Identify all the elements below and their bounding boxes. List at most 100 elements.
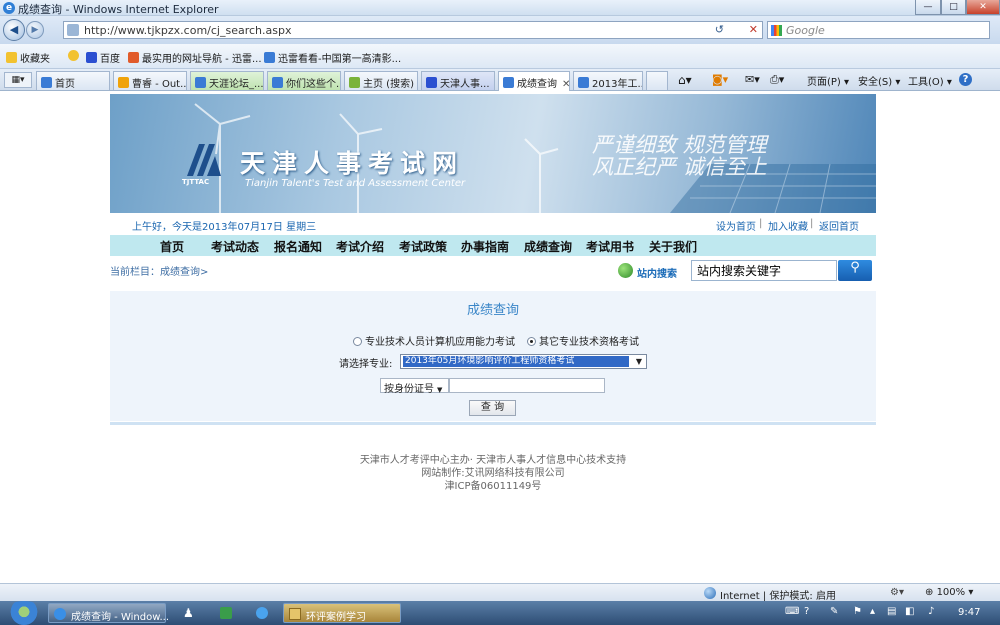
tab-2013[interactable]: 2013年工... <box>573 71 643 90</box>
tray-help-icon[interactable]: ? <box>804 606 809 617</box>
protected-mode-icon[interactable]: ⚙▾ <box>890 587 904 598</box>
tray-chat-icon[interactable]: ✎ <box>830 606 838 617</box>
tray-arrow-icon[interactable]: ▴ <box>870 606 875 617</box>
search-placeholder: Google <box>786 24 825 37</box>
tray-app-icon[interactable]: ◧ <box>905 606 914 617</box>
add-favorite-button[interactable] <box>68 50 82 63</box>
zoom-level[interactable]: ⊕ 100% ▾ <box>925 587 973 598</box>
minimize-button[interactable]: — <box>915 0 941 15</box>
score-query-panel: 成绩查询 专业技术人员计算机应用能力考试 其它专业技术资格考试 请选择专业: 2… <box>110 291 876 421</box>
major-select[interactable]: 2013年05月环境影响评价工程师资格考试 ▼ <box>400 354 647 369</box>
help-icon[interactable]: ? <box>959 73 972 86</box>
search-box[interactable]: Google <box>767 21 990 39</box>
forward-button[interactable]: ▶ <box>26 21 44 39</box>
volume-icon[interactable]: ♪ <box>928 606 934 617</box>
tjttac-logo-icon <box>187 144 221 176</box>
add-favorite-link[interactable]: 加入收藏 <box>768 218 808 233</box>
nav-exam-news[interactable]: 考试动态 <box>211 238 259 255</box>
chevron-down-icon[interactable]: ▼ <box>632 355 646 368</box>
close-button[interactable]: ✕ <box>966 0 1000 15</box>
footer-maker: 网站制作:艾讯网络科技有限公司 <box>421 468 565 479</box>
browser-icon[interactable] <box>256 607 268 619</box>
tray-flag-icon[interactable]: ⚑ <box>853 606 862 617</box>
nav-exam-policy[interactable]: 考试政策 <box>399 238 447 255</box>
tab-home[interactable]: 首页 <box>36 71 110 90</box>
fav-item-baidu[interactable]: 百度 <box>86 50 120 65</box>
home-icon[interactable]: ⌂▾ <box>678 73 692 87</box>
back-button[interactable]: ◀ <box>3 19 25 41</box>
tab-bar: ▦▾ 首页 曹睿 - Out... 天涯论坛_... 你们这些个... 主页 (… <box>0 69 1000 91</box>
radio-computer-exam[interactable]: 专业技术人员计算机应用能力考试 <box>353 333 515 348</box>
radio-button[interactable] <box>353 337 362 346</box>
security-zone: Internet | 保护模式: 启用 <box>720 591 836 602</box>
tab-others[interactable]: 你们这些个... <box>267 71 341 90</box>
taskbar-ie-window[interactable]: 成绩查询 - Window... <box>48 603 169 623</box>
footer-sponsor: 天津市人才考评中心主办· 天津市人事人才信息中心技术支持 <box>359 455 627 466</box>
site-search-input[interactable] <box>691 260 837 281</box>
banner-slogan: 严谨细致 规范管理 风正纪严 诚信至上 <box>592 134 767 178</box>
excel-icon[interactable] <box>220 607 232 619</box>
ie-icon <box>54 608 66 620</box>
stop-icon[interactable]: ✕ <box>749 23 758 36</box>
clock[interactable]: 9:47 <box>958 607 980 618</box>
main-nav: 首页 考试动态 报名通知 考试介绍 考试政策 办事指南 成绩查询 考试用书 关于… <box>110 235 876 256</box>
tray-network-icon[interactable]: ▤ <box>887 606 896 617</box>
address-bar[interactable]: http://www.tjkpzx.com/cj_search.aspx ↺ ✕ <box>63 21 763 39</box>
nav-registration[interactable]: 报名通知 <box>274 238 322 255</box>
tab-label: 你们这些个... <box>286 79 341 90</box>
tab-tianya[interactable]: 天涯论坛_... <box>190 71 264 90</box>
tab-label: 天津人事... <box>440 79 490 90</box>
favorites-bar: 收藏夹 百度 最实用的网址导航 - 迅雷... 迅雷看看-中国第一高清影... <box>0 44 1000 69</box>
tab-outlook[interactable]: 曹睿 - Out... <box>113 71 187 90</box>
nav-home[interactable]: 首页 <box>160 238 184 255</box>
tray-keyboard-icon[interactable]: ⌨ <box>785 606 799 617</box>
id-type-select[interactable]: 按身份证号 ▼ <box>380 378 449 395</box>
site-icon <box>264 52 275 63</box>
tab-tianjin[interactable]: 天津人事... <box>421 71 495 90</box>
radio-other-exam[interactable]: 其它专业技术资格考试 <box>527 333 639 348</box>
favorites-button[interactable]: 收藏夹 <box>6 50 50 65</box>
id-number-input[interactable] <box>449 378 605 393</box>
radio-label: 专业技术人员计算机应用能力考试 <box>365 337 515 348</box>
page-viewport: TJTTAC 天津人事考试网 Tianjin Talent's Test and… <box>0 91 1000 583</box>
tab-score-query[interactable]: 成绩查询 ✕ <box>498 71 570 91</box>
safety-menu[interactable]: 安全(S) ▾ <box>858 73 900 88</box>
nav-exam-intro[interactable]: 考试介绍 <box>336 238 384 255</box>
outlook-tab-icon <box>118 77 129 88</box>
site-search-button[interactable]: ⚲ <box>838 260 872 281</box>
fav-item-xunlei[interactable]: 迅雷看看-中国第一高清影... <box>264 50 401 65</box>
nav-score-query[interactable]: 成绩查询 <box>524 238 572 255</box>
mail-icon[interactable]: ✉▾ <box>745 73 760 86</box>
tab-search-home[interactable]: 主页 (搜索) <box>344 71 418 90</box>
major-label: 请选择专业: <box>339 359 393 370</box>
nav-books[interactable]: 考试用书 <box>586 238 634 255</box>
feeds-icon[interactable]: ◙▾ <box>712 73 728 86</box>
google-icon <box>771 25 782 36</box>
nav-about[interactable]: 关于我们 <box>649 238 697 255</box>
query-button[interactable]: 查 询 <box>469 400 516 416</box>
page-menu[interactable]: 页面(P) ▾ <box>807 73 849 88</box>
tools-menu[interactable]: 工具(O) ▾ <box>908 73 952 88</box>
add-star-icon <box>68 50 79 61</box>
id-type-value: 按身份证号 <box>384 384 434 395</box>
qq-icon[interactable]: ♟ <box>183 606 194 620</box>
taskbar-case-study[interactable]: 环评案例学习 <box>283 603 401 623</box>
ie-tab-icon <box>41 77 52 88</box>
refresh-icon[interactable]: ↺ <box>715 23 724 36</box>
fav-item-nav[interactable]: 最实用的网址导航 - 迅雷... <box>128 50 262 65</box>
quick-tabs-icon[interactable]: ▦▾ <box>4 72 32 88</box>
nav-guide[interactable]: 办事指南 <box>461 238 509 255</box>
set-homepage-link[interactable]: 设为首页 <box>716 218 756 233</box>
maximize-button[interactable]: □ <box>941 0 966 15</box>
close-tab-icon[interactable]: ✕ <box>562 79 569 90</box>
site-icon <box>426 77 437 88</box>
print-icon[interactable]: ⎙▾ <box>770 73 784 87</box>
baidu-icon <box>86 52 97 63</box>
slogan-line-2: 风正纪严 诚信至上 <box>592 155 767 179</box>
ie-tab-icon <box>578 77 589 88</box>
radio-button-checked[interactable] <box>527 337 536 346</box>
return-home-link[interactable]: 返回首页 <box>819 218 859 233</box>
ie-logo-icon: e <box>3 2 15 14</box>
start-button[interactable] <box>4 601 44 625</box>
new-tab-button[interactable] <box>646 71 668 90</box>
